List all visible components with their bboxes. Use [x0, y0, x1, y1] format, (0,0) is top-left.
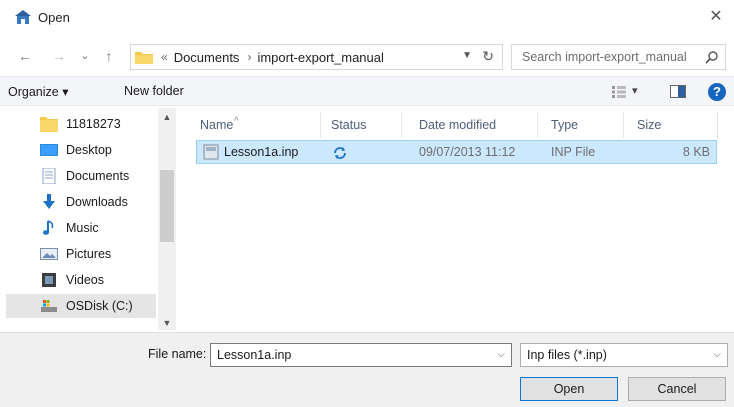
- preview-pane-icon[interactable]: [670, 85, 686, 98]
- open-button[interactable]: Open: [520, 377, 618, 401]
- sidebar-item-label: Documents: [66, 169, 130, 183]
- sort-ascending-icon: ^: [234, 116, 239, 127]
- new-folder-button[interactable]: New folder: [124, 84, 184, 98]
- file-name-label: File name:: [148, 347, 207, 361]
- breadcrumb-separator-icon[interactable]: ›: [247, 50, 251, 64]
- forward-arrow-icon: →: [52, 48, 66, 64]
- close-button[interactable]: ✕: [704, 6, 728, 30]
- forward-button[interactable]: →: [50, 46, 68, 66]
- scrollbar-thumb[interactable]: [160, 170, 174, 242]
- sidebar-item-osdisk[interactable]: OSDisk (C:): [6, 294, 156, 318]
- help-icon: ?: [713, 84, 721, 99]
- navigation-pane-scrollbar[interactable]: ▲ ▼: [158, 108, 176, 330]
- chevron-down-icon: ⌵: [713, 349, 721, 360]
- chevron-down-icon[interactable]: ⌵: [497, 349, 505, 360]
- sidebar-item-label: Desktop: [66, 143, 112, 157]
- up-arrow-icon: ↑: [105, 48, 113, 64]
- navigation-pane: 11818273 Desktop Documents Downloads Mus…: [0, 108, 176, 330]
- breadcrumb-import-export-manual[interactable]: import-export_manual: [257, 50, 383, 65]
- sidebar-item-videos[interactable]: Videos: [10, 268, 156, 292]
- column-header-label: Name: [200, 118, 234, 132]
- sidebar-item-desktop[interactable]: Desktop: [10, 138, 156, 162]
- chevron-down-icon: ⌄: [80, 50, 90, 62]
- view-options-icon: [612, 86, 626, 98]
- back-button[interactable]: ←: [16, 46, 34, 66]
- column-header-type[interactable]: Type: [551, 118, 578, 132]
- inp-file-icon: [203, 144, 219, 160]
- column-divider[interactable]: [401, 112, 402, 138]
- file-name-value[interactable]: Lesson1a.inp: [217, 348, 291, 362]
- file-type-value: Inp files (*.inp): [527, 348, 607, 362]
- address-overflow-icon[interactable]: «: [161, 50, 168, 64]
- address-bar[interactable]: « Documents › import-export_manual ▼ ↻: [130, 44, 503, 70]
- scroll-down-icon[interactable]: ▼: [158, 318, 176, 328]
- organize-menu-button[interactable]: Organize ▾: [8, 84, 68, 99]
- column-header-date-modified[interactable]: Date modified: [419, 118, 496, 132]
- up-button[interactable]: ↑: [100, 46, 118, 66]
- drive-icon: [41, 300, 57, 312]
- open-dialog-icon: [15, 10, 31, 24]
- column-header-name[interactable]: Name ^: [200, 116, 239, 132]
- title-bar: Open ✕: [0, 0, 734, 36]
- refresh-icon[interactable]: ↻: [482, 48, 494, 65]
- sidebar-item-label: Pictures: [66, 247, 112, 261]
- file-date-modified: 09/07/2013 11:12: [419, 145, 516, 159]
- sidebar-item-label: 11818273: [66, 117, 121, 131]
- column-divider[interactable]: [717, 112, 718, 138]
- folder-icon: [40, 117, 58, 132]
- column-header-status[interactable]: Status: [331, 118, 366, 132]
- search-input[interactable]: Search import-export_manual: [522, 50, 687, 64]
- file-selection-bar: File name: Lesson1a.inp ⌵ Inp files (*.i…: [0, 332, 734, 407]
- documents-icon: [42, 168, 56, 184]
- sidebar-item-pictures[interactable]: Pictures: [10, 242, 156, 266]
- sidebar-item-label: Videos: [66, 273, 104, 287]
- navigation-bar: ← → ⌄ ↑ « Documents › import-export_manu…: [0, 40, 734, 74]
- sidebar-item-label: Music: [66, 221, 99, 235]
- address-dropdown-icon[interactable]: ▼: [462, 50, 472, 61]
- music-icon: [43, 220, 54, 235]
- sidebar-item-documents[interactable]: Documents: [10, 164, 156, 188]
- file-name: Lesson1a.inp: [224, 145, 299, 159]
- search-icon: [705, 51, 718, 64]
- file-list: Name ^ Status Date modified Type Size Le…: [190, 108, 734, 330]
- desktop-icon: [40, 144, 58, 156]
- column-divider[interactable]: [623, 112, 624, 138]
- sidebar-item-label: OSDisk (C:): [66, 299, 133, 313]
- sync-icon: [334, 147, 346, 159]
- cancel-button[interactable]: Cancel: [628, 377, 726, 401]
- recent-locations-button[interactable]: ⌄: [78, 46, 92, 66]
- file-type: INP File: [551, 145, 596, 159]
- sidebar-item-music[interactable]: Music: [10, 216, 156, 240]
- close-icon: ✕: [709, 8, 723, 25]
- sidebar-item-downloads[interactable]: Downloads: [10, 190, 156, 214]
- folder-icon: [135, 52, 153, 64]
- window-title: Open: [38, 10, 70, 25]
- scroll-up-icon[interactable]: ▲: [158, 112, 176, 122]
- breadcrumb-documents[interactable]: Documents: [174, 50, 240, 65]
- file-type-select[interactable]: Inp files (*.inp) ⌵: [520, 343, 728, 367]
- downloads-icon: [43, 194, 55, 209]
- column-header-size[interactable]: Size: [637, 118, 661, 132]
- search-box[interactable]: Search import-export_manual: [511, 44, 726, 70]
- chevron-down-icon: ▾: [632, 85, 638, 97]
- column-divider[interactable]: [320, 112, 321, 138]
- change-view-button[interactable]: ▾: [612, 84, 646, 100]
- back-arrow-icon: ←: [18, 48, 32, 64]
- sidebar-item-label: Downloads: [66, 195, 128, 209]
- pictures-icon: [40, 248, 58, 260]
- command-toolbar: Organize ▾ New folder ▾ ?: [0, 76, 734, 106]
- file-size: 8 KB: [682, 145, 710, 159]
- table-row[interactable]: Lesson1a.inp 09/07/2013 11:12 INP File 8…: [196, 140, 717, 164]
- column-divider[interactable]: [537, 112, 538, 138]
- help-button[interactable]: ?: [708, 83, 726, 101]
- videos-icon: [42, 273, 56, 287]
- sidebar-item-11818273[interactable]: 11818273: [10, 112, 156, 136]
- file-name-field[interactable]: Lesson1a.inp ⌵: [210, 343, 512, 367]
